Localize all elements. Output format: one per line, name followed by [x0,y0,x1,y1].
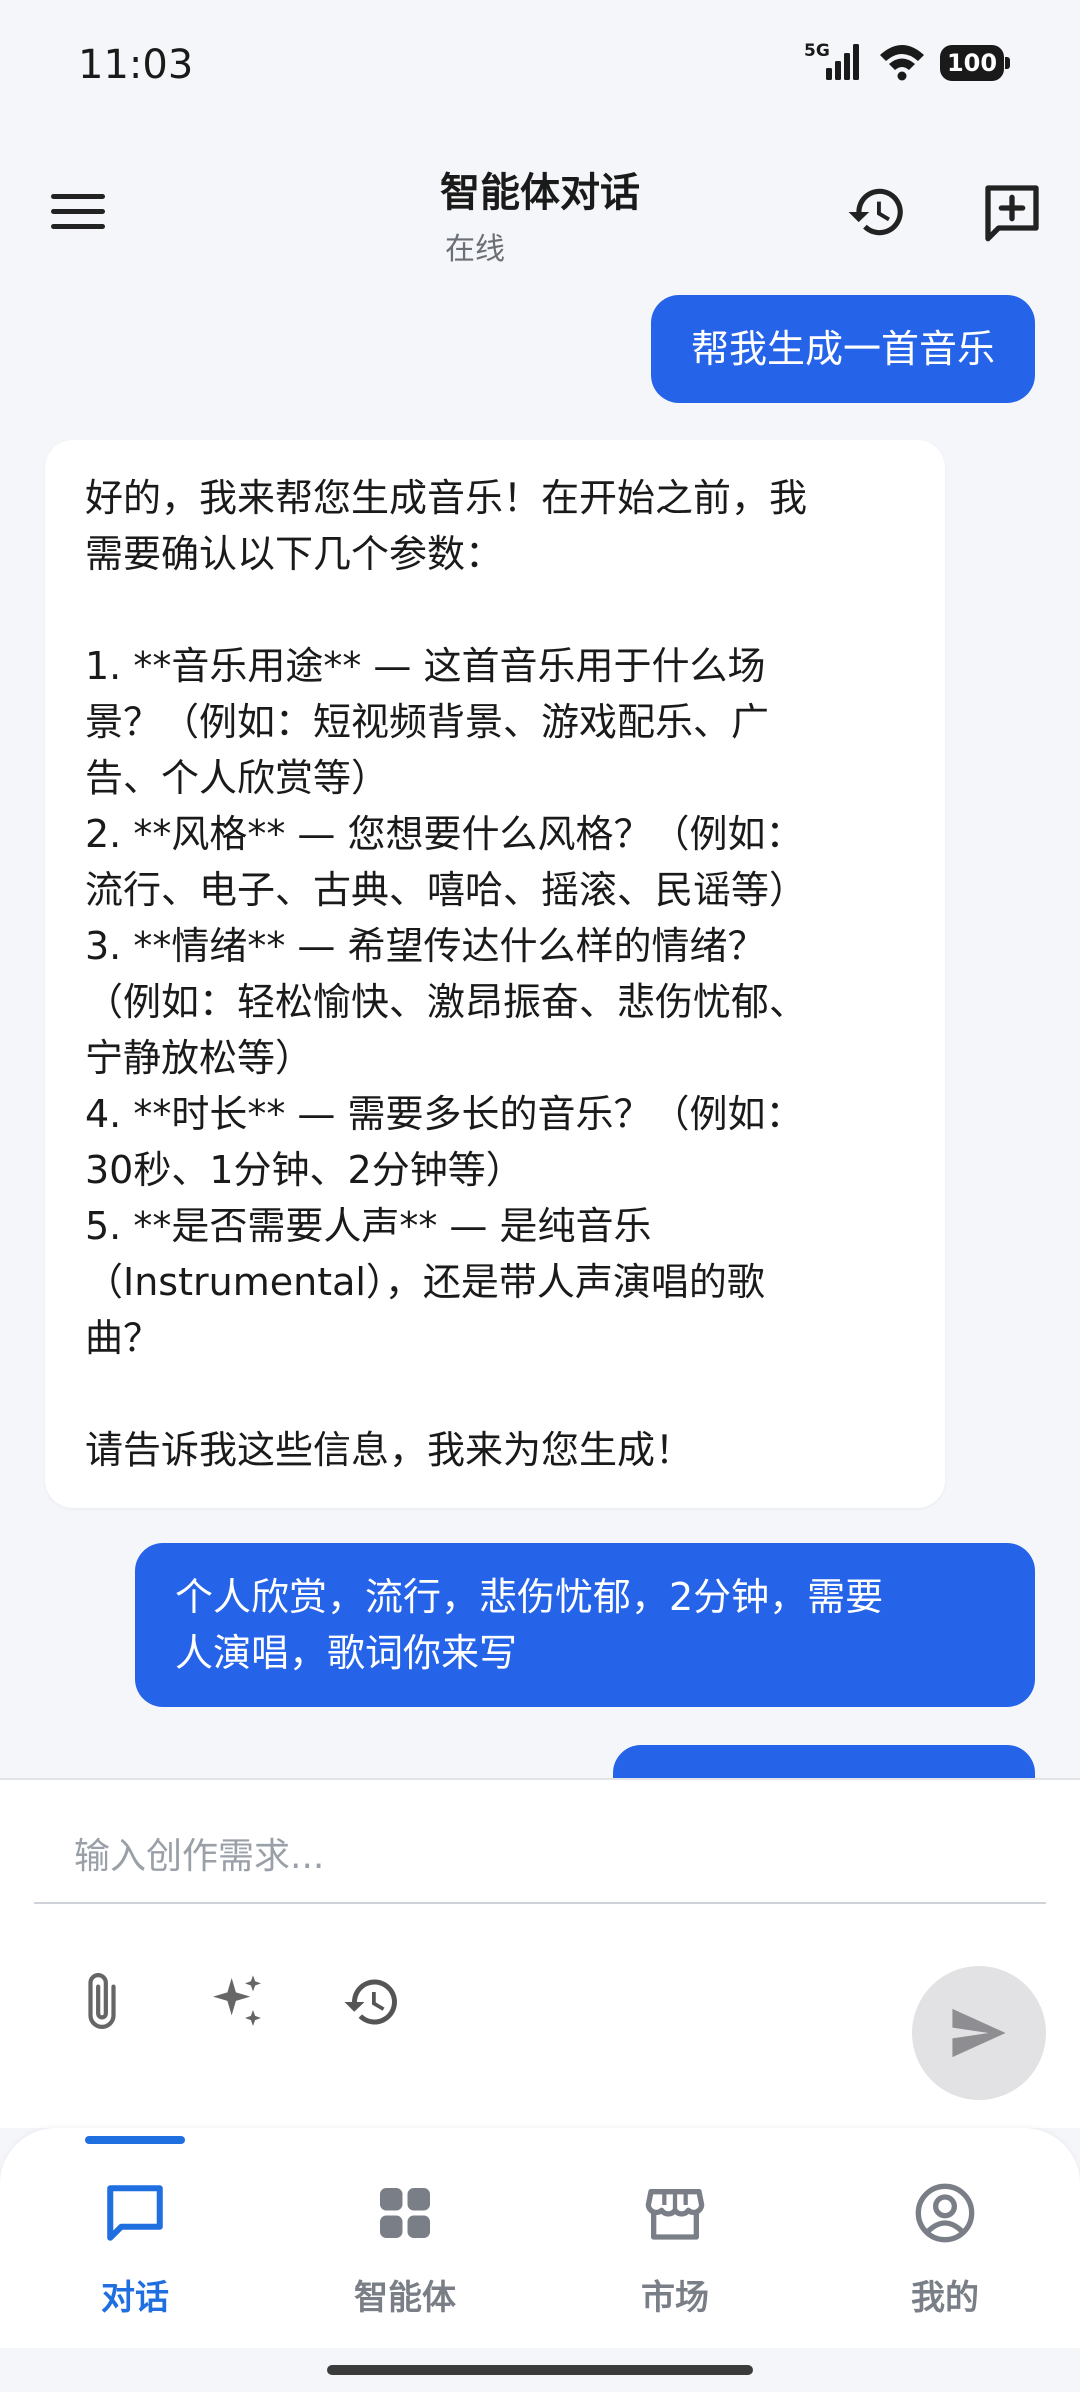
bottom-nav-bar: 对话 智能体 市场 我的 [0,2128,1080,2348]
message-line: 2. **风格** — 您想要什么风格？（例如： [85,812,804,856]
prompt-history-button[interactable] [332,1962,412,2042]
message-line: 人演唱，歌词你来写 [175,1631,518,1675]
message-line: 景？（例如：短视频背景、游戏配乐、广 [85,700,770,744]
message-line: 好的，我来帮您生成音乐！在开始之前，我 [85,476,808,520]
message-line: 需要确认以下几个参数： [85,532,504,576]
wifi-icon [878,41,926,85]
message-line: （例如：轻松愉快、激昂振奋、悲伤忧郁、 [85,980,808,1024]
message-line: 个人欣赏，流行，悲伤忧郁，2分钟，需要 [175,1575,884,1619]
nav-label: 市场 [641,2278,709,2318]
paperclip-icon [88,1973,116,2029]
history-icon [848,188,903,236]
home-indicator[interactable] [327,2365,753,2375]
message-line: 宁静放松等） [85,1036,314,1080]
active-tab-indicator [85,2136,185,2144]
status-bar: 11:03 5G 100 [0,0,1080,130]
user-message: 个人欣赏，流行，悲伤忧郁，2分钟，需要 人演唱，歌词你来写 [135,1543,1035,1707]
composer [0,1778,1080,2128]
message-line: （Instrumental），还是带人声演唱的歌 [85,1260,765,1304]
message-line [85,582,905,638]
new-chat-button[interactable] [970,170,1054,254]
app-header: 智能体对话 在线 [0,130,1080,285]
message-line: 1. **音乐用途** — 这首音乐用于什么场 [85,644,766,688]
store-icon [630,2168,720,2258]
app-screen: 11:03 5G 100 智能体对话 在线 帮我生成一首音乐 好的，我来帮您生成… [0,0,1080,2392]
sparkle-icon [213,1975,261,2026]
status-icons: 5G 100 [804,40,1010,86]
send-button[interactable] [912,1966,1046,2100]
nav-item-profile[interactable]: 我的 [810,2128,1080,2348]
message-line: 请告诉我这些信息，我来为您生成！ [85,1428,694,1472]
ai-assist-button[interactable] [197,1962,277,2042]
message-line: 4. **时长** — 需要多长的音乐？（例如： [85,1092,804,1136]
chat-area[interactable]: 帮我生成一首音乐 好的，我来帮您生成音乐！在开始之前，我 需要确认以下几个参数：… [0,285,1080,1778]
chat-icon [90,2168,180,2258]
assistant-message: 好的，我来帮您生成音乐！在开始之前，我 需要确认以下几个参数： 1. **音乐用… [45,440,945,1508]
history-button[interactable] [835,170,919,254]
send-icon [952,2008,1006,2058]
new-chat-icon [985,185,1039,242]
profile-icon [900,2168,990,2258]
history-icon [344,1979,397,2025]
user-message-partial [613,1745,1035,1778]
nav-item-chat[interactable]: 对话 [0,2128,270,2348]
bottom-nav: 对话 智能体 市场 我的 [0,2128,1080,2392]
message-line: 30秒、1分钟、2分钟等） [85,1148,524,1192]
battery-icon: 100 [940,45,1010,81]
message-text: 帮我生成一首音乐 [690,327,995,371]
nav-item-market[interactable]: 市场 [540,2128,810,2348]
status-time: 11:03 [78,42,194,88]
user-message: 帮我生成一首音乐 [650,295,1035,403]
message-line: 告、个人欣赏等） [85,756,390,800]
message-line: 3. **情绪** — 希望传达什么样的情绪？ [85,924,766,968]
message-line: 5. **是否需要人声** — 是纯音乐 [85,1204,652,1248]
message-line [85,1366,905,1422]
nav-label: 智能体 [354,2278,456,2318]
signal-icon: 5G [804,40,864,86]
prompt-input[interactable] [34,1810,1046,1904]
nav-item-agents[interactable]: 智能体 [270,2128,540,2348]
nav-label: 对话 [101,2278,169,2318]
message-line: 流行、电子、古典、嘻哈、摇滚、民谣等） [85,868,808,912]
network-label: 5G [804,41,830,61]
nav-label: 我的 [911,2278,979,2318]
grid-icon [360,2168,450,2258]
attach-button[interactable] [62,1962,142,2042]
message-line: 曲？ [85,1316,162,1360]
